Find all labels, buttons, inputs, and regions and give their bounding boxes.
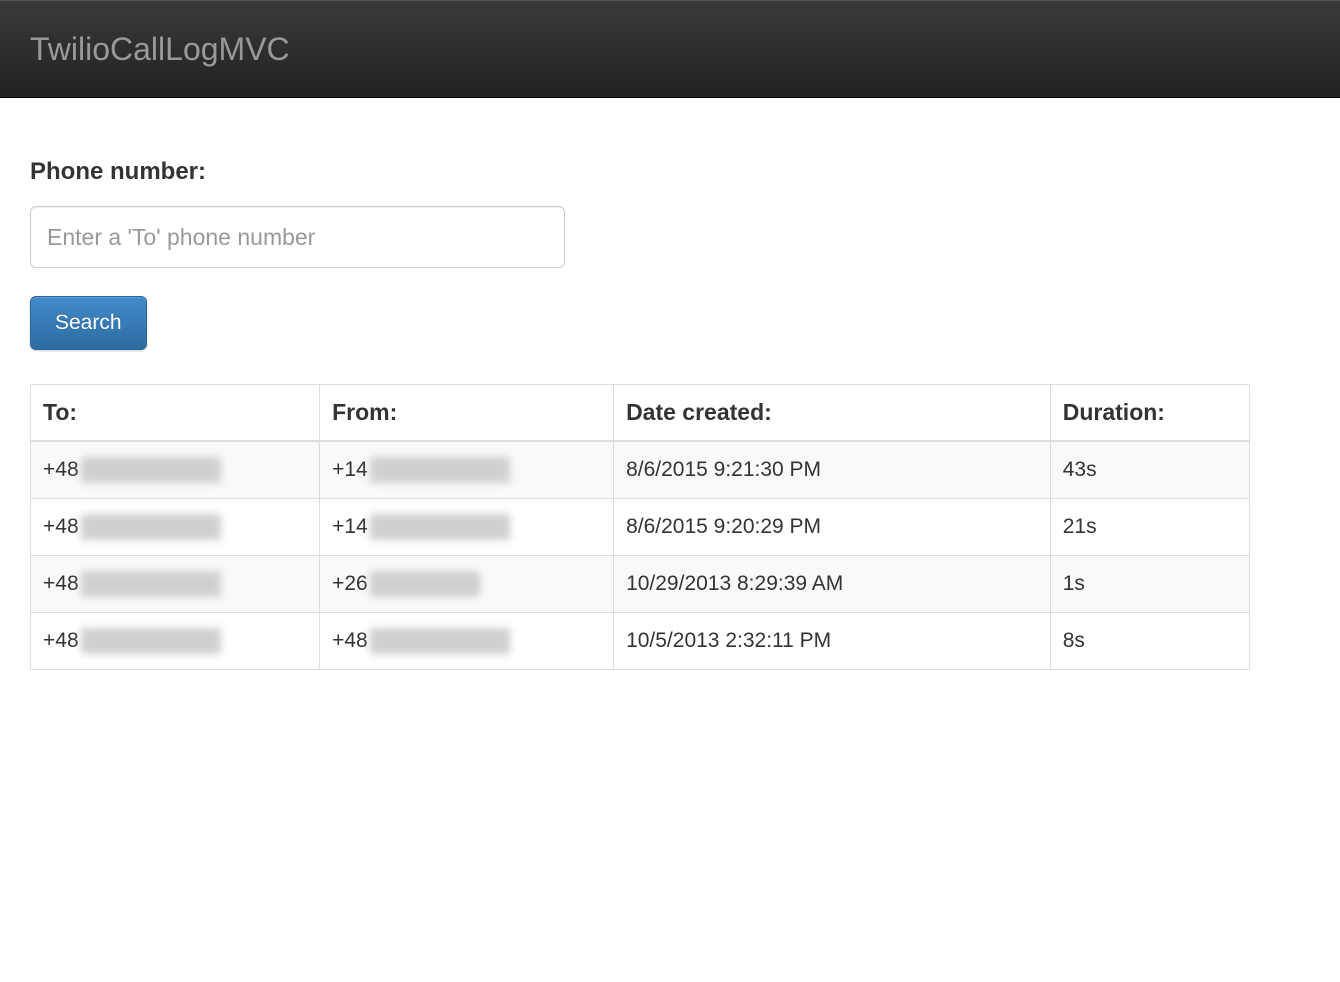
cell-duration: 21s bbox=[1050, 499, 1249, 556]
navbar: TwilioCallLogMVC bbox=[0, 0, 1340, 98]
cell-date-created: 10/29/2013 8:29:39 AM bbox=[614, 556, 1051, 613]
header-duration: Duration: bbox=[1050, 385, 1249, 442]
redacted-phone bbox=[370, 571, 480, 597]
redacted-phone bbox=[81, 571, 221, 597]
cell-from: +14 bbox=[320, 441, 614, 499]
phone-prefix: +48 bbox=[43, 458, 79, 482]
cell-duration: 43s bbox=[1050, 441, 1249, 499]
cell-from: +26 bbox=[320, 556, 614, 613]
cell-duration: 8s bbox=[1050, 613, 1249, 670]
phone-prefix: +48 bbox=[43, 629, 79, 653]
redacted-phone bbox=[370, 514, 510, 540]
phone-prefix: +26 bbox=[332, 572, 368, 596]
cell-from: +14 bbox=[320, 499, 614, 556]
cell-date-created: 8/6/2015 9:21:30 PM bbox=[614, 441, 1051, 499]
search-button[interactable]: Search bbox=[30, 296, 147, 350]
header-from: From: bbox=[320, 385, 614, 442]
cell-to: +48 bbox=[31, 556, 320, 613]
header-date-created: Date created: bbox=[614, 385, 1051, 442]
phone-prefix: +14 bbox=[332, 515, 368, 539]
table-row: +48 +48 10/5/2013 2:32:11 PM8s bbox=[31, 613, 1250, 670]
phone-prefix: +48 bbox=[43, 572, 79, 596]
table-row: +48 +14 8/6/2015 9:21:30 PM43s bbox=[31, 441, 1250, 499]
cell-date-created: 10/5/2013 2:32:11 PM bbox=[614, 613, 1051, 670]
phone-prefix: +14 bbox=[332, 458, 368, 482]
header-to: To: bbox=[31, 385, 320, 442]
phone-number-label: Phone number: bbox=[30, 158, 1250, 186]
table-row: +48 +14 8/6/2015 9:20:29 PM21s bbox=[31, 499, 1250, 556]
navbar-brand[interactable]: TwilioCallLogMVC bbox=[30, 31, 290, 68]
phone-number-input[interactable] bbox=[30, 206, 565, 268]
redacted-phone bbox=[81, 514, 221, 540]
cell-from: +48 bbox=[320, 613, 614, 670]
phone-prefix: +48 bbox=[332, 629, 368, 653]
cell-to: +48 bbox=[31, 499, 320, 556]
redacted-phone bbox=[81, 628, 221, 654]
table-row: +48 +26 10/29/2013 8:29:39 AM1s bbox=[31, 556, 1250, 613]
table-header-row: To: From: Date created: Duration: bbox=[31, 385, 1250, 442]
redacted-phone bbox=[81, 457, 221, 483]
cell-date-created: 8/6/2015 9:20:29 PM bbox=[614, 499, 1051, 556]
redacted-phone bbox=[370, 457, 510, 483]
call-log-table: To: From: Date created: Duration: +48 +14… bbox=[30, 384, 1250, 670]
redacted-phone bbox=[370, 628, 510, 654]
cell-to: +48 bbox=[31, 441, 320, 499]
main-container: Phone number: Search To: From: Date crea… bbox=[0, 98, 1280, 700]
cell-to: +48 bbox=[31, 613, 320, 670]
cell-duration: 1s bbox=[1050, 556, 1249, 613]
phone-prefix: +48 bbox=[43, 515, 79, 539]
